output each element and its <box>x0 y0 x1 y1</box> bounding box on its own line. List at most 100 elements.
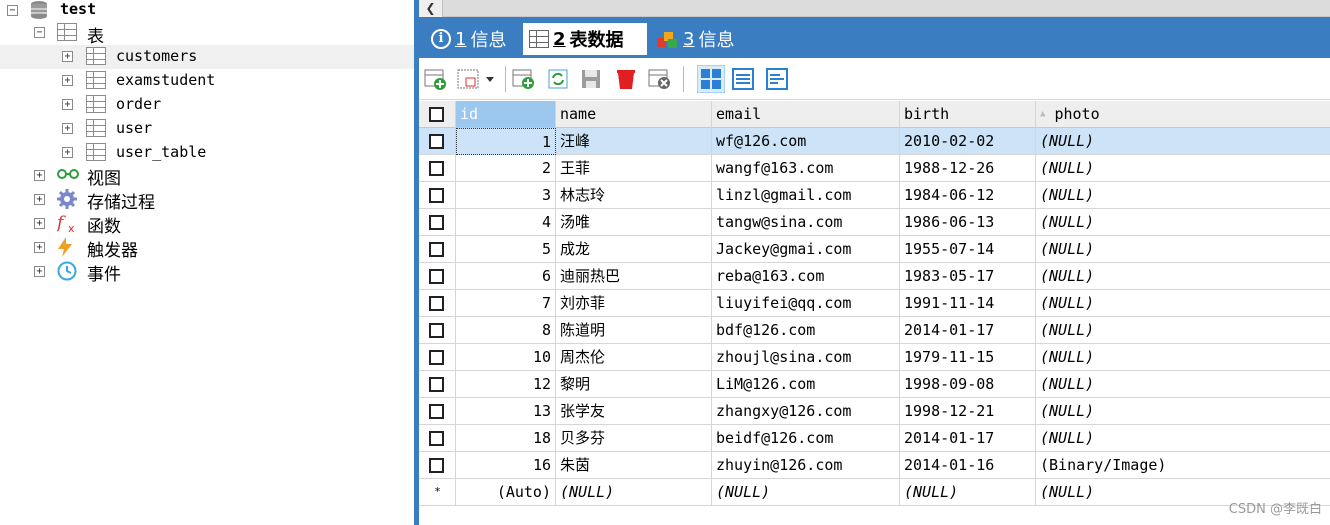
insert-row-icon[interactable] <box>424 67 448 91</box>
cell-email[interactable]: zhuyin@126.com <box>712 452 900 479</box>
select-all-checkbox[interactable] <box>419 101 456 128</box>
cell-name[interactable]: 朱茵 <box>556 452 712 479</box>
table-row[interactable]: 13 张学友 zhangxy@126.com 1998-12-21 (NULL) <box>419 398 1330 425</box>
tree-node-folder[interactable]: + 视图 <box>0 163 414 189</box>
cell-id[interactable]: 1 <box>456 128 556 155</box>
expand-toggle[interactable]: + <box>62 123 73 134</box>
cell-birth[interactable]: 1979-11-15 <box>900 344 1036 371</box>
table-row[interactable]: 4 汤唯 tangw@sina.com 1986-06-13 (NULL) <box>419 209 1330 236</box>
cell-photo[interactable]: (NULL) <box>1036 263 1330 290</box>
cell-birth[interactable]: 1983-05-17 <box>900 263 1036 290</box>
cell-photo[interactable]: (NULL) <box>1036 128 1330 155</box>
tree-node-table[interactable]: + examstudent <box>0 69 414 93</box>
row-checkbox[interactable] <box>419 344 456 371</box>
table-row[interactable]: 6 迪丽热巴 reba@163.com 1983-05-17 (NULL) <box>419 263 1330 290</box>
tab-info-3[interactable]: 3 信息 <box>651 23 747 55</box>
table-row[interactable]: 5 成龙 Jackey@gmai.com 1955-07-14 (NULL) <box>419 236 1330 263</box>
cell-photo[interactable]: (NULL) <box>1036 371 1330 398</box>
cell-id[interactable]: 2 <box>456 155 556 182</box>
cell-name[interactable]: 王菲 <box>556 155 712 182</box>
cell-id[interactable]: 4 <box>456 209 556 236</box>
tree-node-table[interactable]: + customers <box>0 45 414 69</box>
cell-id[interactable]: 6 <box>456 263 556 290</box>
new-row[interactable]: * (Auto) (NULL) (NULL) (NULL) (NULL) <box>419 479 1330 506</box>
horizontal-scrollbar[interactable]: ❮ <box>419 0 1330 17</box>
tree-node-table[interactable]: + user <box>0 117 414 141</box>
tab-info[interactable]: i 1 信息 <box>425 23 521 55</box>
cell-email[interactable]: (NULL) <box>712 479 900 506</box>
column-header-email[interactable]: email <box>712 101 900 128</box>
cell-photo[interactable]: (NULL) <box>1036 398 1330 425</box>
collapse-toggle[interactable]: − <box>7 5 18 16</box>
row-checkbox[interactable] <box>419 371 456 398</box>
column-header-birth[interactable]: birth <box>900 101 1036 128</box>
row-checkbox[interactable] <box>419 290 456 317</box>
scroll-left-icon[interactable]: ❮ <box>419 0 443 17</box>
cell-name[interactable]: 周杰伦 <box>556 344 712 371</box>
table-row[interactable]: 16 朱茵 zhuyin@126.com 2014-01-16 (Binary/… <box>419 452 1330 479</box>
tree-node-folder[interactable]: + 事件 <box>0 259 414 285</box>
cell-id[interactable]: 5 <box>456 236 556 263</box>
save-icon[interactable] <box>579 67 603 91</box>
table-row[interactable]: 1 汪峰 wf@126.com 2010-02-02 (NULL) <box>419 128 1330 155</box>
cell-id[interactable]: 3 <box>456 182 556 209</box>
cell-photo[interactable]: (NULL) <box>1036 344 1330 371</box>
expand-toggle[interactable]: + <box>62 147 73 158</box>
cell-birth[interactable]: (NULL) <box>900 479 1036 506</box>
form-view-icon[interactable] <box>731 67 755 91</box>
cell-id[interactable]: 7 <box>456 290 556 317</box>
cell-name[interactable]: 汤唯 <box>556 209 712 236</box>
cell-birth[interactable]: 1991-11-14 <box>900 290 1036 317</box>
cell-name[interactable]: 黎明 <box>556 371 712 398</box>
cell-email[interactable]: Jackey@gmai.com <box>712 236 900 263</box>
text-view-icon[interactable] <box>765 67 789 91</box>
expand-toggle[interactable]: + <box>34 218 45 229</box>
cell-email[interactable]: tangw@sina.com <box>712 209 900 236</box>
table-row[interactable]: 3 林志玲 linzl@gmail.com 1984-06-12 (NULL) <box>419 182 1330 209</box>
cell-photo[interactable]: (NULL) <box>1036 155 1330 182</box>
cell-id[interactable]: (Auto) <box>456 479 556 506</box>
column-header-photo[interactable]: ▲ photo <box>1036 101 1330 128</box>
cell-email[interactable]: wangf@163.com <box>712 155 900 182</box>
refresh-icon[interactable] <box>546 67 570 91</box>
table-row[interactable]: 8 陈道明 bdf@126.com 2014-01-17 (NULL) <box>419 317 1330 344</box>
table-row[interactable]: 7 刘亦菲 liuyifei@qq.com 1991-11-14 (NULL) <box>419 290 1330 317</box>
cell-name[interactable]: 张学友 <box>556 398 712 425</box>
cell-birth[interactable]: 1986-06-13 <box>900 209 1036 236</box>
delete-icon[interactable] <box>614 67 638 91</box>
expand-toggle[interactable]: + <box>62 99 73 110</box>
cell-id[interactable]: 13 <box>456 398 556 425</box>
table-row[interactable]: 2 王菲 wangf@163.com 1988-12-26 (NULL) <box>419 155 1330 182</box>
cell-id[interactable]: 18 <box>456 425 556 452</box>
cell-id[interactable]: 16 <box>456 452 556 479</box>
grid-view-icon[interactable] <box>697 65 725 93</box>
row-checkbox[interactable] <box>419 182 456 209</box>
cell-birth[interactable]: 1955-07-14 <box>900 236 1036 263</box>
row-checkbox[interactable] <box>419 155 456 182</box>
row-checkbox[interactable] <box>419 263 456 290</box>
cell-name[interactable]: 林志玲 <box>556 182 712 209</box>
cell-name[interactable]: 陈道明 <box>556 317 712 344</box>
cell-name[interactable]: 刘亦菲 <box>556 290 712 317</box>
expand-toggle[interactable]: + <box>62 51 73 62</box>
cell-photo[interactable]: (Binary/Image) <box>1036 452 1330 479</box>
cell-email[interactable]: reba@163.com <box>712 263 900 290</box>
tree-node-tables-folder[interactable]: − 表 <box>0 21 414 47</box>
cell-birth[interactable]: 2010-02-02 <box>900 128 1036 155</box>
cell-name[interactable]: 汪峰 <box>556 128 712 155</box>
cell-birth[interactable]: 2014-01-17 <box>900 317 1036 344</box>
table-row[interactable]: 18 贝多芬 beidf@126.com 2014-01-17 (NULL) <box>419 425 1330 452</box>
cancel-changes-icon[interactable] <box>648 67 672 91</box>
duplicate-row-icon[interactable] <box>512 67 536 91</box>
cell-photo[interactable]: (NULL) <box>1036 425 1330 452</box>
cell-birth[interactable]: 2014-01-17 <box>900 425 1036 452</box>
cell-birth[interactable]: 1998-12-21 <box>900 398 1036 425</box>
expand-toggle[interactable]: + <box>34 194 45 205</box>
column-header-id[interactable]: id <box>456 101 556 128</box>
row-checkbox[interactable] <box>419 209 456 236</box>
cell-id[interactable]: 12 <box>456 371 556 398</box>
cell-photo[interactable]: (NULL) <box>1036 290 1330 317</box>
tree-node-table[interactable]: + user_table <box>0 141 414 165</box>
tree-node-folder[interactable]: + 触发器 <box>0 235 414 261</box>
cell-id[interactable]: 10 <box>456 344 556 371</box>
